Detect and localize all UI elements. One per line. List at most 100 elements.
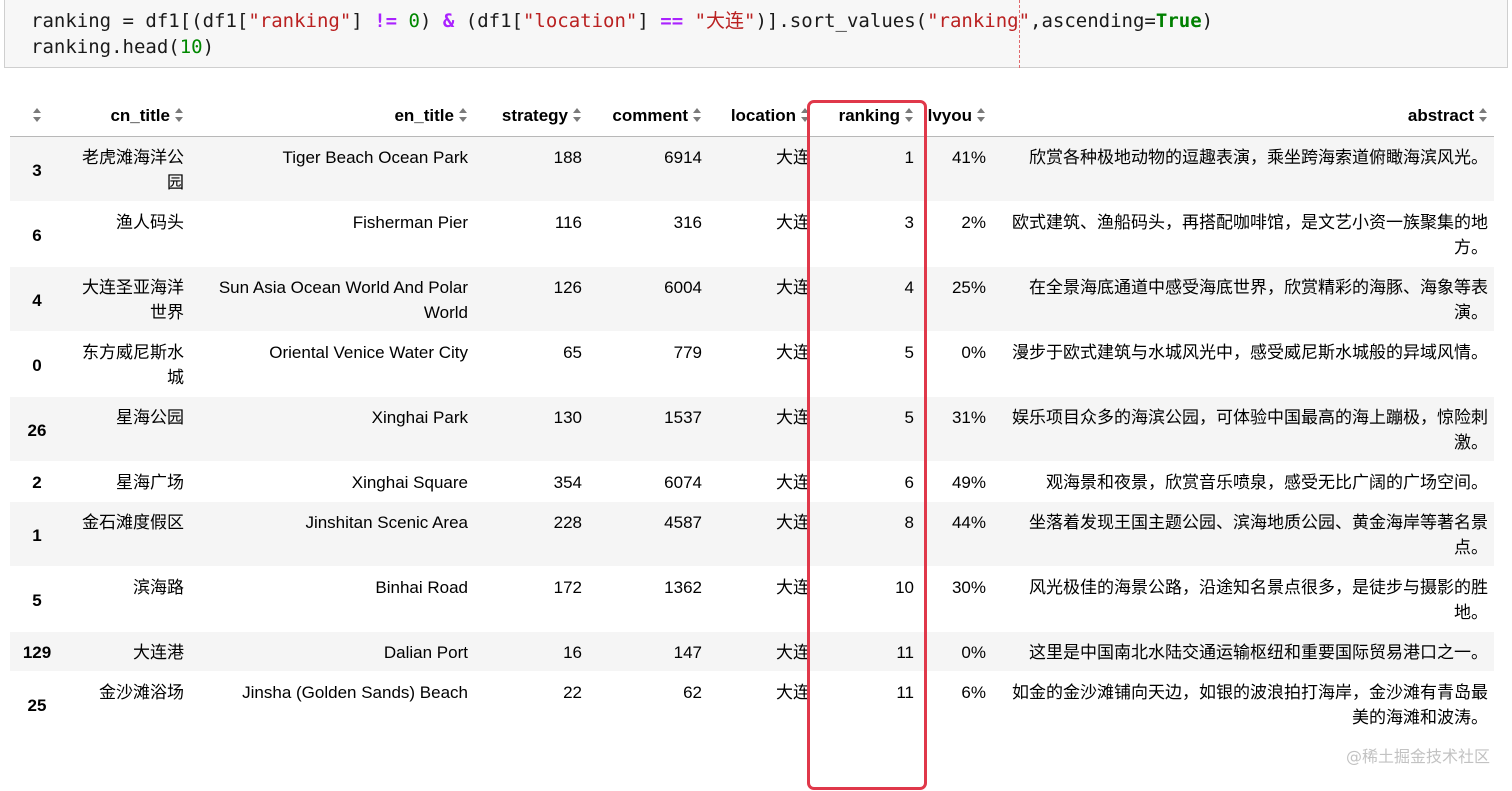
row-index: 2 bbox=[10, 461, 64, 502]
column-header-index[interactable] bbox=[10, 96, 64, 137]
row-index: 25 bbox=[10, 671, 64, 737]
cell-en_title: Sun Asia Ocean World And Polar World bbox=[190, 266, 474, 332]
cell-abstract: 在全景海底通道中感受海底世界，欣赏精彩的海豚、海象等表演。 bbox=[992, 266, 1494, 332]
row-index: 6 bbox=[10, 201, 64, 267]
cell-comment: 6914 bbox=[588, 136, 708, 202]
cell-ranking: 11 bbox=[816, 631, 920, 672]
cell-comment: 147 bbox=[588, 631, 708, 672]
column-header-label: comment bbox=[612, 106, 688, 125]
cell-location: 大连 bbox=[708, 631, 816, 672]
cell-strategy: 116 bbox=[474, 201, 588, 267]
column-header-lvyou[interactable]: lvyou bbox=[920, 96, 992, 137]
cell-en_title: Xinghai Square bbox=[190, 461, 474, 502]
column-header-label: ranking bbox=[838, 106, 900, 125]
cell-location: 大连 bbox=[708, 201, 816, 267]
column-header-label: location bbox=[730, 106, 796, 125]
code-token: ranking = df1[(df1[ bbox=[31, 10, 249, 32]
sort-arrows-icon[interactable] bbox=[693, 108, 702, 122]
cell-en_title: Jinsha (Golden Sands) Beach bbox=[190, 671, 474, 737]
cell-location: 大连 bbox=[708, 136, 816, 202]
sort-arrows-icon[interactable] bbox=[801, 108, 810, 122]
cell-cn_title: 金沙滩浴场 bbox=[64, 671, 190, 737]
cell-location: 大连 bbox=[708, 461, 816, 502]
code-token: ] bbox=[637, 10, 661, 32]
cell-lvyou: 25% bbox=[920, 266, 992, 332]
cell-comment: 6074 bbox=[588, 461, 708, 502]
column-header-label: cn_title bbox=[110, 106, 170, 125]
cell-ranking: 11 bbox=[816, 671, 920, 737]
cell-cn_title: 大连圣亚海洋世界 bbox=[64, 266, 190, 332]
cell-en_title: Dalian Port bbox=[190, 631, 474, 672]
cell-comment: 62 bbox=[588, 671, 708, 737]
cell-lvyou: 49% bbox=[920, 461, 992, 502]
cell-abstract: 观海景和夜景，欣赏音乐喷泉，感受无比广阔的广场空间。 bbox=[992, 461, 1494, 502]
cell-location: 大连 bbox=[708, 501, 816, 567]
cell-en_title: Binhai Road bbox=[190, 566, 474, 632]
column-header-cn_title[interactable]: cn_title bbox=[64, 96, 190, 137]
cell-cn_title: 滨海路 bbox=[64, 566, 190, 632]
code-token: "location" bbox=[522, 10, 638, 32]
column-header-comment[interactable]: comment bbox=[588, 96, 708, 137]
sort-arrows-icon[interactable] bbox=[977, 108, 986, 122]
cell-abstract: 漫步于欧式建筑与水城风光中，感受威尼斯水城般的异域风情。 bbox=[992, 331, 1494, 397]
cell-strategy: 172 bbox=[474, 566, 588, 632]
cell-cn_title: 星海广场 bbox=[64, 461, 190, 502]
sort-arrows-icon[interactable] bbox=[573, 108, 582, 122]
row-index: 5 bbox=[10, 566, 64, 632]
cell-lvyou: 2% bbox=[920, 201, 992, 267]
sort-arrows-icon[interactable] bbox=[459, 108, 468, 122]
sort-arrows-icon[interactable] bbox=[175, 108, 184, 122]
cell-strategy: 188 bbox=[474, 136, 588, 202]
column-header-label: strategy bbox=[501, 106, 568, 125]
cell-abstract: 娱乐项目众多的海滨公园，可体验中国最高的海上蹦极，惊险刺激。 bbox=[992, 396, 1494, 462]
cell-ranking: 8 bbox=[816, 501, 920, 567]
watermark: @稀土掘金技术社区 bbox=[1345, 747, 1490, 766]
cell-comment: 4587 bbox=[588, 501, 708, 567]
cell-strategy: 16 bbox=[474, 631, 588, 672]
table-row: 3 老虎滩海洋公园 Tiger Beach Ocean Park 188 6914 大连 1… bbox=[10, 136, 1494, 202]
cell-location: 大连 bbox=[708, 671, 816, 737]
sort-arrows-icon[interactable] bbox=[32, 108, 42, 122]
column-header-location[interactable]: location bbox=[708, 96, 816, 137]
dataframe-table: cn_title en_title strategy comment location r… bbox=[10, 96, 1494, 737]
cell-location: 大连 bbox=[708, 266, 816, 332]
cell-lvyou: 31% bbox=[920, 396, 992, 462]
sort-arrows-icon[interactable] bbox=[1479, 108, 1488, 122]
cell-strategy: 228 bbox=[474, 501, 588, 567]
cell-cn_title: 老虎滩海洋公园 bbox=[64, 136, 190, 202]
code-token: ) bbox=[1201, 10, 1214, 32]
table-header-row: cn_title en_title strategy comment location r… bbox=[10, 96, 1494, 137]
row-index: 1 bbox=[10, 501, 64, 567]
row-index: 26 bbox=[10, 396, 64, 462]
sort-arrows-icon[interactable] bbox=[905, 108, 914, 122]
cell-lvyou: 0% bbox=[920, 631, 992, 672]
cell-ranking: 5 bbox=[816, 331, 920, 397]
cell-lvyou: 30% bbox=[920, 566, 992, 632]
cell-abstract: 风光极佳的海景公路，沿途知名景点很多，是徒步与摄影的胜地。 bbox=[992, 566, 1494, 632]
code-line-2: ranking.head(10) bbox=[31, 34, 214, 60]
table-row: 129 大连港 Dalian Port 16 147 大连 11 0% 这里是中国南北水陆交通运… bbox=[10, 631, 1494, 672]
cell-abstract: 坐落着发现王国主题公园、滨海地质公园、黄金海岸等著名景点。 bbox=[992, 501, 1494, 567]
row-index: 129 bbox=[10, 631, 64, 672]
cell-strategy: 126 bbox=[474, 266, 588, 332]
column-header-ranking[interactable]: ranking bbox=[816, 96, 920, 137]
cell-ranking: 10 bbox=[816, 566, 920, 632]
cell-cn_title: 星海公园 bbox=[64, 396, 190, 462]
cell-location: 大连 bbox=[708, 566, 816, 632]
code-cell[interactable]: ranking = df1[(df1["ranking"] != 0) & (d… bbox=[4, 0, 1508, 68]
cell-comment: 779 bbox=[588, 331, 708, 397]
column-header-label: abstract bbox=[1407, 106, 1474, 125]
cell-lvyou: 0% bbox=[920, 331, 992, 397]
cell-strategy: 354 bbox=[474, 461, 588, 502]
column-header-en_title[interactable]: en_title bbox=[190, 96, 474, 137]
code-token: & bbox=[442, 10, 455, 32]
cell-abstract: 这里是中国南北水陆交通运输枢纽和重要国际贸易港口之一。 bbox=[992, 631, 1494, 672]
code-token: ranking.head( bbox=[31, 36, 180, 58]
table-row: 1 金石滩度假区 Jinshitan Scenic Area 228 4587 大连 8 44… bbox=[10, 501, 1494, 567]
cell-location: 大连 bbox=[708, 331, 816, 397]
table-row: 26 星海公园 Xinghai Park 130 1537 大连 5 31% 娱乐项目众多的海滨… bbox=[10, 396, 1494, 462]
cell-en_title: Tiger Beach Ocean Park bbox=[190, 136, 474, 202]
column-header-strategy[interactable]: strategy bbox=[474, 96, 588, 137]
column-header-abstract[interactable]: abstract bbox=[992, 96, 1494, 137]
